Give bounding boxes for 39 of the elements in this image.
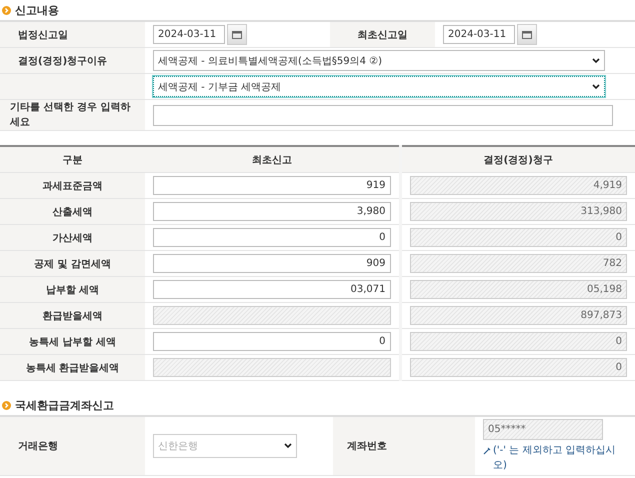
- date-field[interactable]: 2024-03-11: [153, 25, 225, 44]
- row-label: 산출세액: [52, 206, 92, 218]
- chevron-down-icon: [592, 84, 600, 90]
- amount-field[interactable]: 919: [153, 176, 390, 195]
- column-header: 구분: [62, 154, 82, 166]
- field-label: 결정(경정)청구이유: [17, 56, 108, 66]
- amount-field[interactable]: 0: [153, 228, 390, 247]
- field-label: 기타를 선택한 경우 입력하세요: [8, 101, 132, 130]
- date-field[interactable]: 2024-03-11: [443, 25, 515, 44]
- pencil-icon: [483, 447, 491, 455]
- input-field[interactable]: [153, 104, 613, 126]
- column-header: 결정(경정)청구: [484, 154, 553, 166]
- chevron-down-icon: [592, 58, 600, 64]
- row-label: 납부할 세액: [46, 284, 100, 296]
- reason-select[interactable]: 세액공제 - 기부금 세액공제: [153, 76, 605, 97]
- row-label: 가산세액: [52, 232, 92, 244]
- section-title: 국세환급금계좌신고: [15, 398, 114, 412]
- field-label: 거래은행: [17, 441, 58, 452]
- row-label: 환급받을세액: [42, 310, 102, 322]
- amount-field[interactable]: 909: [153, 254, 390, 273]
- calendar-button[interactable]: [227, 24, 247, 45]
- field-label: 법정신고일: [17, 30, 68, 40]
- account-hint: ('-' 는 제외하고 입력하십시오): [493, 444, 617, 473]
- row-label: 공제 및 감면세액: [34, 258, 111, 270]
- calendar-icon: [522, 30, 532, 39]
- amount-field[interactable]: 03,071: [153, 280, 390, 299]
- calendar-button[interactable]: [517, 24, 537, 45]
- amount-field[interactable]: 0: [153, 332, 390, 351]
- chevron-down-icon: [284, 443, 292, 449]
- row-label: 농특세 납부할 세액: [29, 336, 116, 348]
- row-label: 과세표준금액: [42, 180, 102, 192]
- calendar-icon: [232, 30, 242, 39]
- field-label: 계좌번호: [346, 441, 387, 452]
- column-header: 최초신고: [252, 154, 292, 166]
- section-title: 신고내용: [15, 2, 59, 18]
- row-label: 농특세 환급받을세액: [26, 362, 120, 374]
- field-label: 최초신고일: [358, 30, 408, 40]
- reason-select[interactable]: 세액공제 - 의료비특별세액공제(소득법§59의4 ②): [153, 50, 605, 71]
- amount-field[interactable]: 3,980: [153, 202, 390, 221]
